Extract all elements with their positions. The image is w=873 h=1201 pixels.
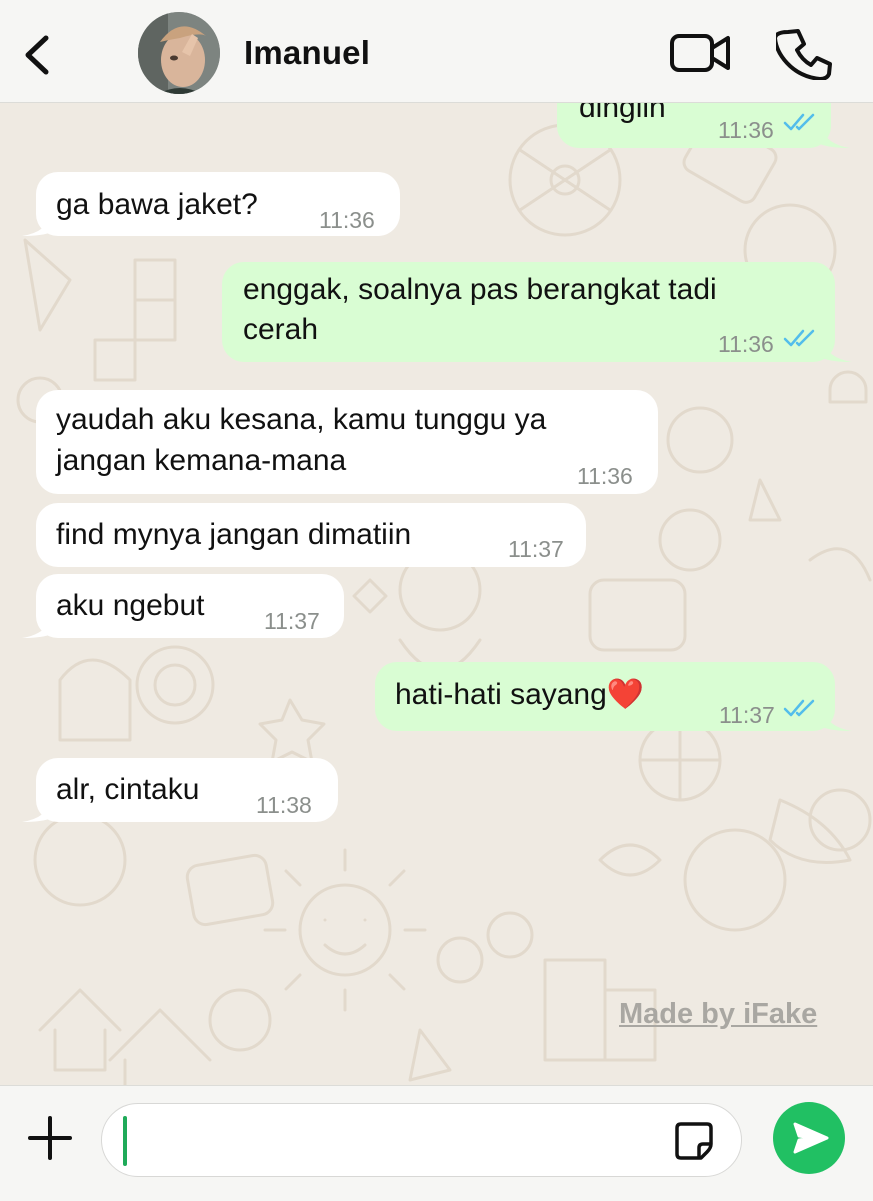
plus-icon bbox=[28, 1116, 72, 1160]
message-bubble-incoming[interactable]: ga bawa jaket? 11:36 bbox=[36, 172, 400, 236]
read-receipt-icon bbox=[783, 329, 815, 347]
send-button[interactable] bbox=[773, 1102, 845, 1174]
message-input-bar bbox=[0, 1085, 873, 1201]
contact-name[interactable]: Imanuel bbox=[244, 34, 370, 72]
message-bubble-outgoing[interactable]: enggak, soalnya pas berangkat tadi cerah… bbox=[222, 262, 835, 362]
read-receipt-icon bbox=[783, 699, 815, 717]
message-bubble-incoming[interactable]: yaudah aku kesana, kamu tunggu ya jangan… bbox=[36, 390, 658, 494]
voice-call-button[interactable] bbox=[773, 26, 832, 81]
message-text-line: yaudah aku kesana, kamu tunggu ya bbox=[56, 403, 547, 436]
message-time: 11:37 bbox=[508, 536, 564, 562]
message-text: aku ngebut bbox=[56, 589, 205, 622]
avatar-photo bbox=[138, 12, 220, 94]
message-bubble-incoming[interactable]: aku ngebut 11:37 bbox=[36, 574, 344, 638]
watermark-text: Made by iFake bbox=[619, 998, 818, 1030]
message-time: 11:36 bbox=[718, 331, 774, 357]
phone-icon bbox=[773, 29, 832, 81]
video-call-button[interactable] bbox=[668, 30, 732, 76]
text-cursor bbox=[123, 1116, 127, 1166]
message-time: 11:36 bbox=[319, 207, 375, 233]
message-text-line: enggak, soalnya pas berangkat tadi bbox=[243, 273, 717, 306]
read-receipt-icon bbox=[783, 113, 815, 131]
message-bubble-incoming[interactable]: alr, cintaku 11:38 bbox=[36, 758, 338, 822]
message-text: ga bawa jaket? bbox=[56, 188, 258, 221]
message-bubble-incoming[interactable]: find mynya jangan dimatiin 11:37 bbox=[36, 503, 586, 567]
back-button[interactable] bbox=[14, 24, 62, 84]
message-text-line: jangan kemana-mana bbox=[56, 444, 347, 477]
message-text: hati-hati sayang❤️ bbox=[395, 678, 645, 711]
message-time: 11:37 bbox=[264, 608, 320, 634]
chevron-left-icon bbox=[25, 35, 49, 75]
message-text: alr, cintaku bbox=[56, 773, 200, 806]
message-text: find mynya jangan dimatiin bbox=[56, 518, 412, 551]
sticker-button[interactable] bbox=[673, 1120, 715, 1162]
message-time: 11:36 bbox=[718, 117, 774, 143]
message-time: 11:36 bbox=[577, 463, 633, 489]
message-time: 11:38 bbox=[256, 792, 312, 818]
message-time: 11:37 bbox=[719, 702, 775, 728]
message-bubble-outgoing[interactable]: hati-hati sayang❤️ 11:37 bbox=[375, 662, 835, 731]
send-icon bbox=[793, 1122, 829, 1154]
chat-header: Imanuel bbox=[0, 0, 873, 103]
attach-button[interactable] bbox=[24, 1112, 76, 1164]
message-text-line: cerah bbox=[243, 313, 319, 346]
sticker-icon bbox=[675, 1122, 713, 1160]
contact-avatar[interactable] bbox=[138, 12, 220, 94]
message-input[interactable] bbox=[101, 1103, 742, 1177]
video-camera-icon bbox=[670, 34, 730, 72]
